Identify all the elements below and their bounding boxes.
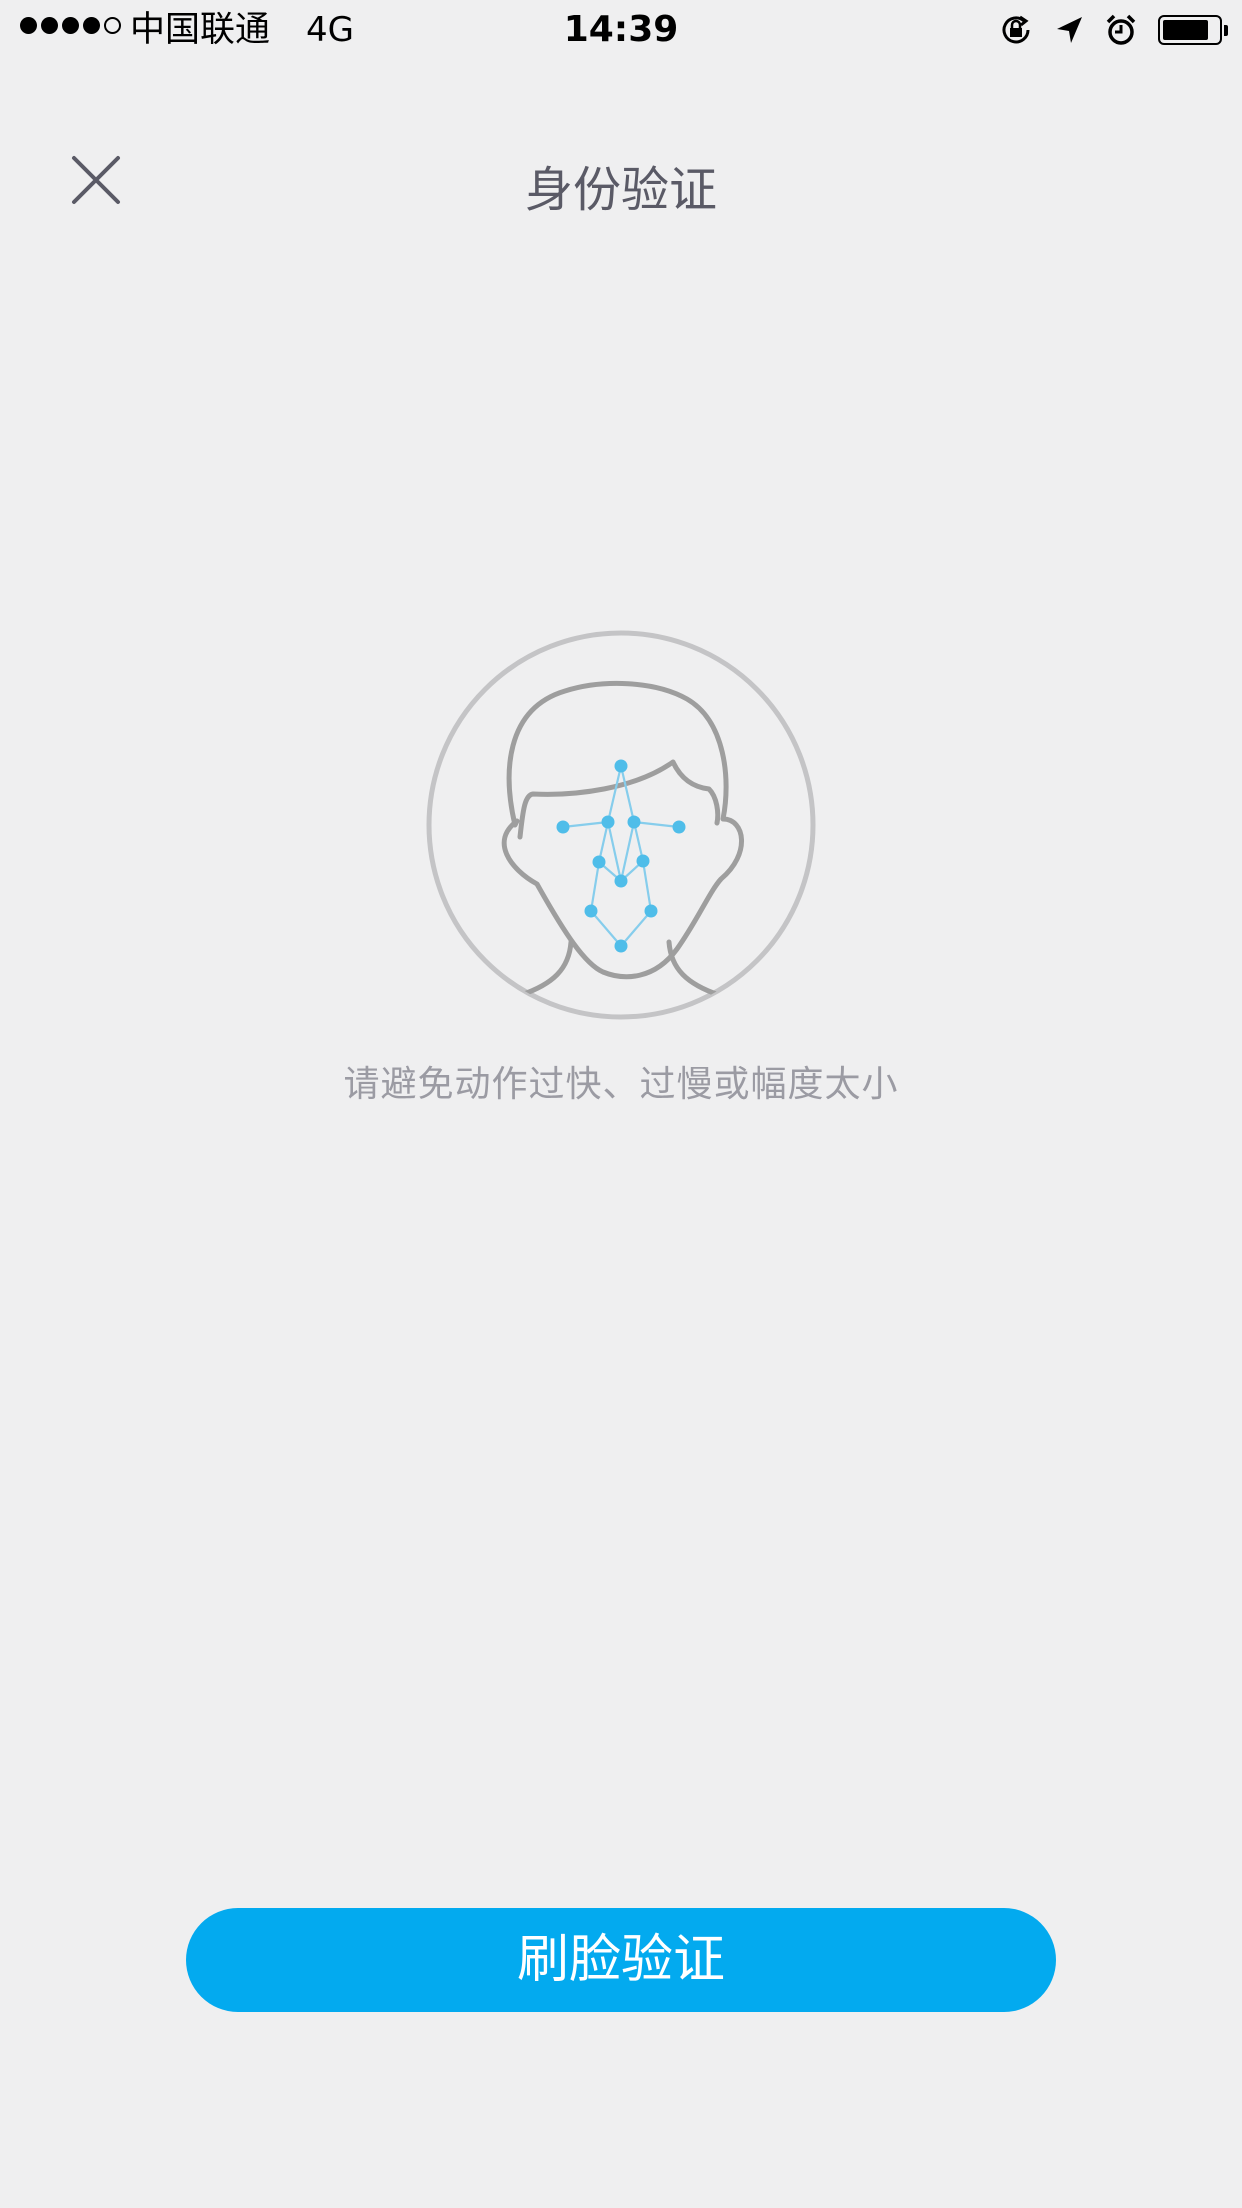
status-bar: 中国联通 4G 14:39 [0,0,1242,60]
status-icons [998,12,1228,48]
location-arrow-icon [1057,17,1082,43]
orientation-lock-icon [1002,15,1030,44]
hint-text: 请避免动作过快、过慢或幅度太小 [343,1064,899,1105]
alarm-icon [1106,14,1136,45]
face-scan-illustration [425,629,817,1021]
battery-icon [1158,15,1222,45]
page-title: 身份验证 [524,162,717,218]
face-scan-icon [426,630,816,1020]
face-verify-button[interactable]: 刷脸验证 [186,1908,1056,2012]
